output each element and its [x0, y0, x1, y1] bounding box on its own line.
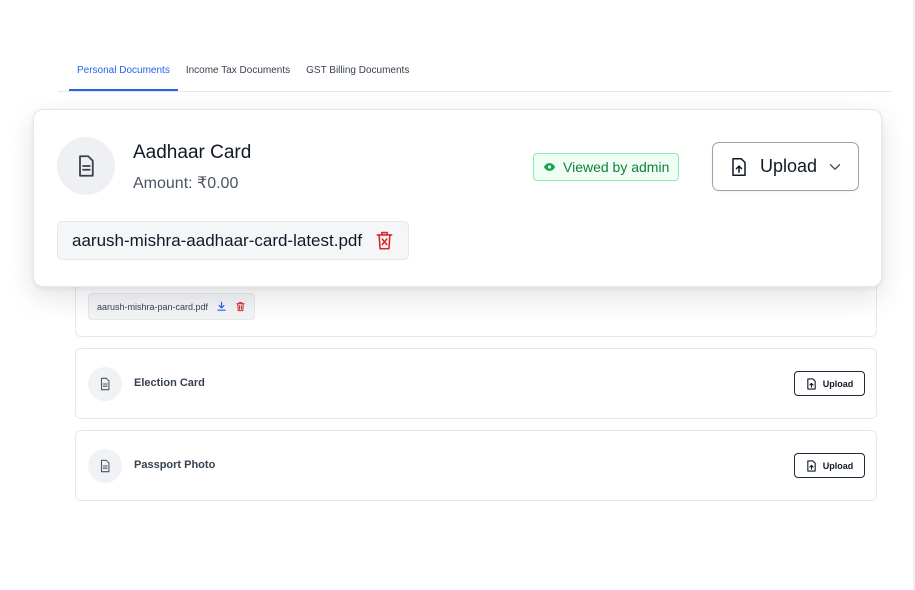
upload-button[interactable]: Upload [794, 453, 865, 478]
pan-file-chip: aarush-mishra-pan-card.pdf [88, 293, 256, 320]
pan-file-name[interactable]: aarush-mishra-pan-card.pdf [97, 302, 208, 312]
document-amount: Amount: ₹0.00 [133, 175, 239, 192]
document-card-aadhaar: Aadhaar Card Amount: ₹0.00 Viewed by adm… [33, 109, 882, 287]
chevron-down-icon[interactable] [829, 163, 841, 171]
aadhaar-file-chip: aarush-mishra-aadhaar-card-latest.pdf [57, 221, 410, 260]
tab-personal-documents[interactable]: Personal Documents [69, 58, 178, 91]
trash-icon[interactable] [375, 230, 394, 251]
document-icon [88, 449, 122, 483]
status-badge: Viewed by admin [533, 153, 680, 181]
file-upload-icon [806, 459, 817, 472]
document-title: Election Card [134, 377, 205, 389]
aadhaar-file-name[interactable]: aarush-mishra-aadhaar-card-latest.pdf [72, 231, 362, 251]
tab-income-tax-documents[interactable]: Income Tax Documents [178, 58, 298, 91]
upload-button[interactable]: Upload [794, 371, 865, 396]
document-icon [57, 137, 115, 195]
document-title: Passport Photo [134, 459, 216, 471]
tab-gst-billing-documents[interactable]: GST Billing Documents [298, 58, 417, 91]
document-card-passport: Passport Photo Upload [75, 430, 877, 501]
status-badge-label: Viewed by admin [563, 159, 670, 175]
eye-icon [543, 162, 556, 172]
download-icon[interactable] [216, 301, 227, 312]
document-card-election: Election Card Upload [75, 348, 877, 419]
upload-label: Upload [759, 156, 818, 176]
file-upload-icon [730, 157, 748, 177]
trash-icon[interactable] [235, 301, 246, 312]
document-tabs: Personal Documents Income Tax Documents … [58, 58, 892, 92]
upload-label: Upload [822, 460, 854, 471]
upload-button[interactable]: Upload [712, 142, 859, 191]
file-upload-icon [806, 377, 817, 390]
document-title: Aadhaar Card [133, 142, 252, 163]
upload-label: Upload [822, 378, 854, 389]
document-icon [88, 367, 122, 401]
